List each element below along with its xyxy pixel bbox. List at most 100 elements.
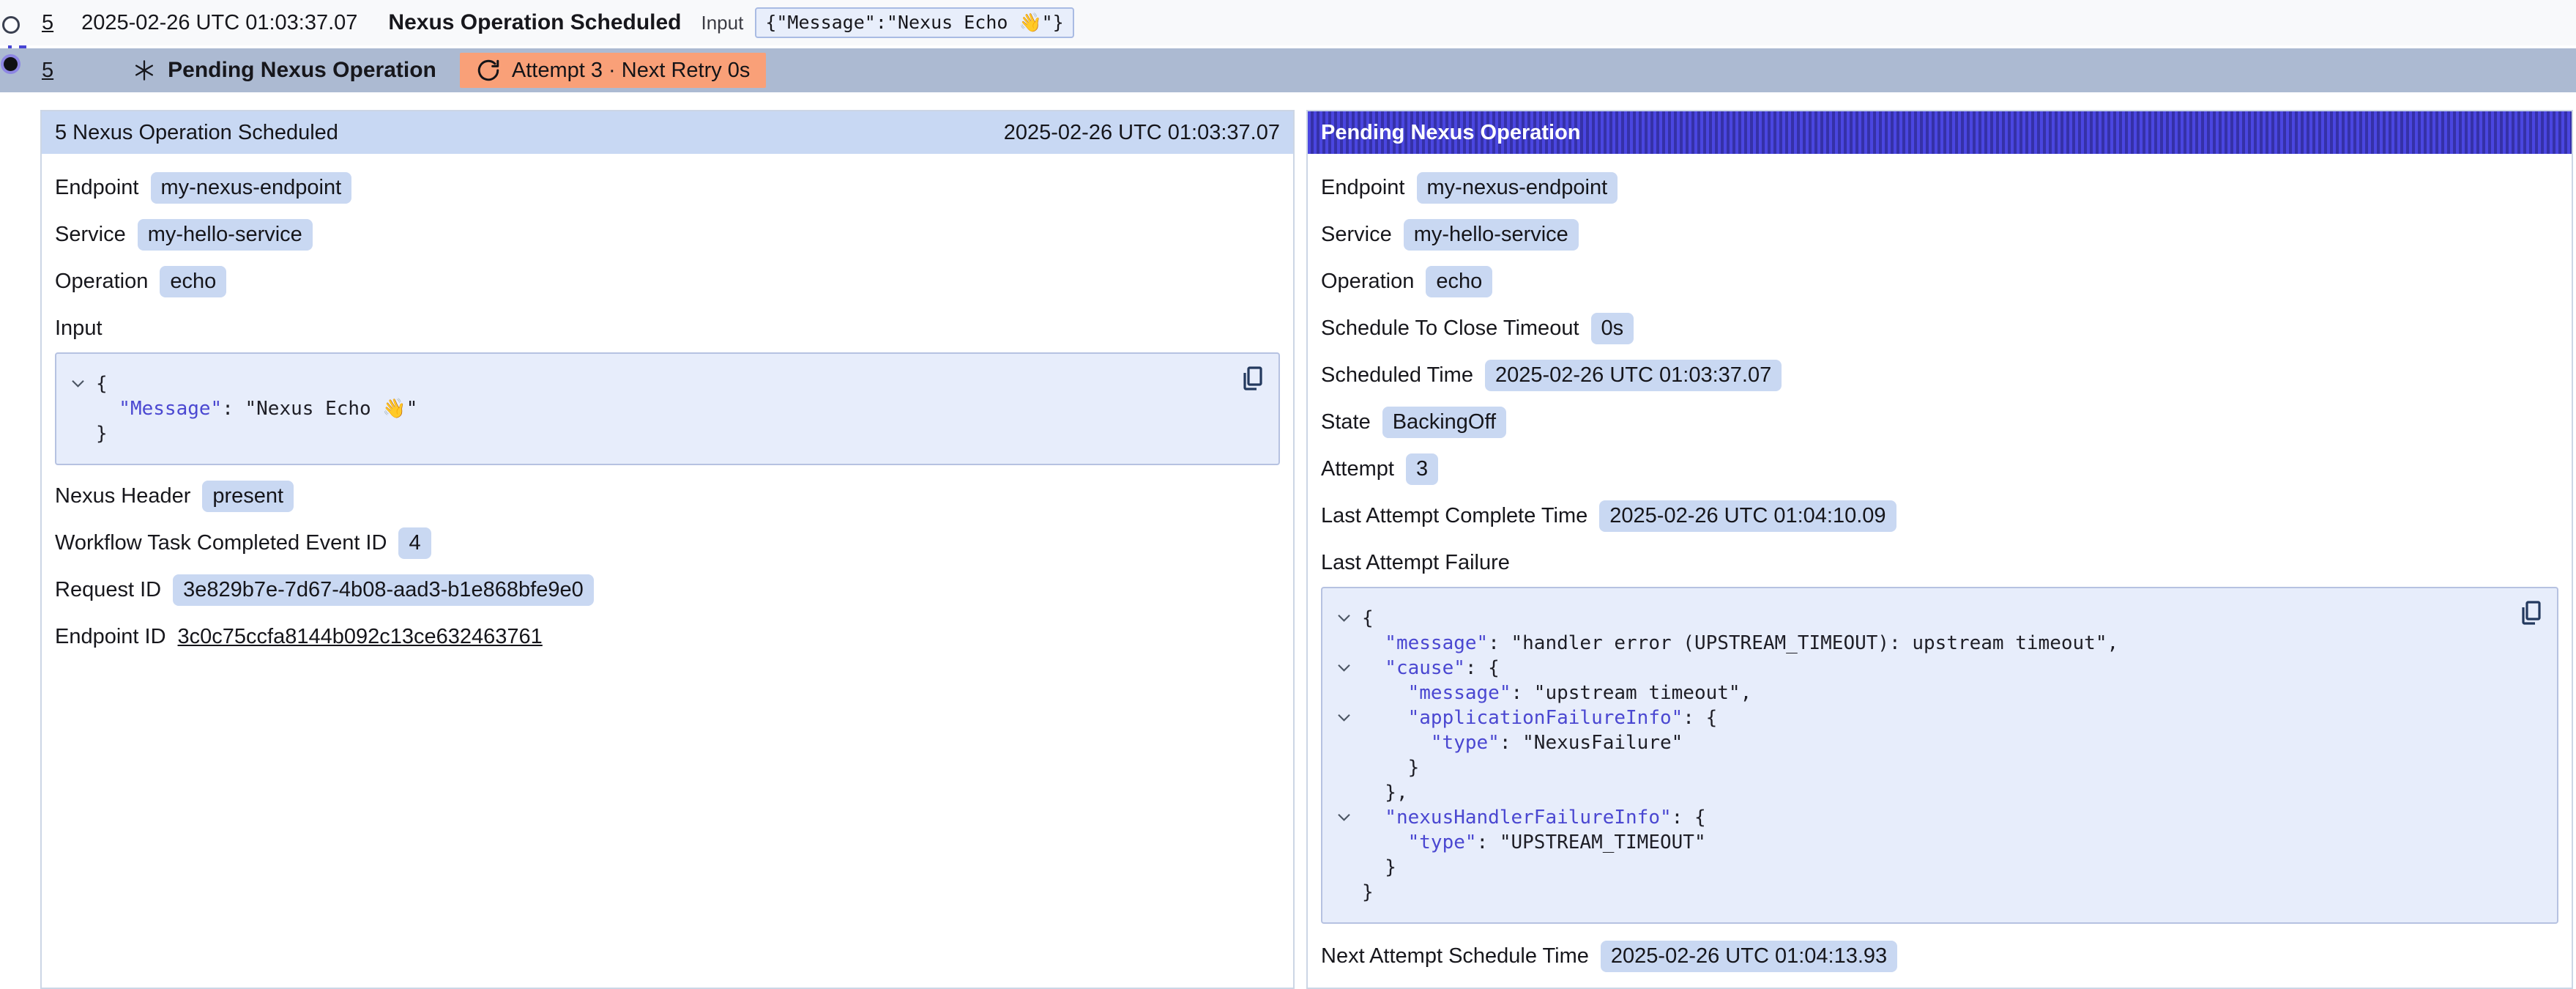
code-gutter — [1334, 681, 1362, 705]
event-panel-header: 5 Nexus Operation Scheduled 2025-02-26 U… — [42, 111, 1293, 154]
collapse-gutter[interactable] — [1334, 606, 1362, 631]
field-row: State BackingOff — [1321, 406, 2558, 438]
event-fields-top: Endpoint my-nexus-endpoint Service my-he… — [55, 171, 1280, 297]
pending-panel-header: Pending Nexus Operation — [1308, 111, 2572, 154]
asterisk-icon — [133, 59, 156, 82]
field-row: Endpoint my-nexus-endpoint — [55, 171, 1280, 204]
code-line: "message": "handler error (UPSTREAM_TIME… — [1334, 631, 2506, 656]
field-row: Operation echo — [55, 265, 1280, 297]
pending-panel-title: Pending Nexus Operation — [1321, 121, 1581, 145]
collapse-chevron-icon[interactable] — [1337, 614, 1351, 623]
retry-icon — [476, 58, 501, 83]
code-gutter — [1334, 780, 1362, 805]
field-label: Workflow Task Completed Event ID — [55, 531, 387, 555]
field-value-badge: 2025-02-26 UTC 01:03:37.07 — [1485, 360, 1782, 391]
pending-id-link[interactable]: 5 — [42, 59, 53, 83]
code-line: "message": "upstream timeout", — [1334, 681, 2506, 705]
collapse-chevron-icon[interactable] — [1337, 664, 1351, 673]
code-gutter — [1334, 830, 1362, 855]
collapse-gutter[interactable] — [68, 371, 96, 396]
field-label: Next Attempt Schedule Time — [1321, 944, 1589, 968]
code-line: "cause": { — [1334, 656, 2506, 681]
field-row: Attempt 3 — [1321, 453, 2558, 485]
field-row: Last Attempt Complete Time 2025-02-26 UT… — [1321, 500, 2558, 532]
copy-button[interactable] — [2517, 599, 2544, 630]
code-gutter — [1334, 855, 1362, 880]
field-value-badge: echo — [1426, 266, 1492, 297]
code-line: } — [1334, 855, 2506, 880]
input-inline-label: Input — [701, 12, 744, 34]
event-open-circle-icon — [2, 16, 20, 34]
code-line: } — [68, 421, 1227, 446]
copy-button[interactable] — [1239, 364, 1265, 396]
code-line: } — [1334, 755, 2506, 780]
field-row: Schedule To Close Timeout 0s — [1321, 312, 2558, 344]
field-value-badge: BackingOff — [1382, 407, 1506, 438]
field-value-badge: my-hello-service — [1404, 219, 1579, 251]
code-line: { — [68, 371, 1227, 396]
event-current-dot-icon — [4, 57, 18, 71]
field-value-badge: echo — [160, 266, 226, 297]
pending-fields: Endpoint my-nexus-endpoint Service my-he… — [1321, 171, 2558, 532]
field-label: Scheduled Time — [1321, 363, 1473, 388]
field-label: Endpoint — [55, 176, 139, 200]
collapse-gutter[interactable] — [1334, 805, 1362, 830]
field-label: State — [1321, 410, 1371, 434]
field-value-badge: 2025-02-26 UTC 01:04:13.93 — [1601, 941, 1897, 972]
code-gutter — [68, 396, 96, 421]
collapse-chevron-icon[interactable] — [1337, 714, 1351, 722]
input-inline-chip[interactable]: {"Message":"Nexus Echo 👋"} — [755, 7, 1073, 38]
field-label: Request ID — [55, 578, 161, 602]
input-section-label: Input — [55, 316, 1280, 341]
code-line: } — [1334, 880, 2506, 905]
event-title: Nexus Operation Scheduled — [388, 10, 681, 35]
next-attempt-field: Next Attempt Schedule Time 2025-02-26 UT… — [1321, 940, 2558, 972]
field-label: Endpoint ID — [55, 625, 166, 649]
field-label: Service — [1321, 223, 1392, 247]
code-gutter — [1334, 880, 1362, 905]
endpoint-id-link[interactable]: 3c0c75ccfa8144b092c13ce632463761 — [178, 625, 543, 649]
code-line: "Message": "Nexus Echo 👋" — [68, 396, 1227, 421]
field-label: Schedule To Close Timeout — [1321, 316, 1579, 341]
collapse-gutter[interactable] — [1334, 656, 1362, 681]
field-row: Nexus Header present — [55, 480, 1280, 512]
code-line: { — [1334, 606, 2506, 631]
code-gutter — [1334, 730, 1362, 755]
field-value-badge: 0s — [1591, 313, 1634, 344]
field-value-badge: 3e829b7e-7d67-4b08-aad3-b1e868bfe9e0 — [173, 574, 594, 606]
field-row: Service my-hello-service — [1321, 218, 2558, 251]
code-line: }, — [1334, 780, 2506, 805]
field-value-badge: 2025-02-26 UTC 01:04:10.09 — [1599, 500, 1896, 532]
event-row-scheduled[interactable]: 5 2025-02-26 UTC 01:03:37.07 Nexus Opera… — [0, 0, 2576, 45]
pending-operation-panel: Pending Nexus Operation Endpoint my-nexu… — [1306, 110, 2573, 989]
code-line: "type": "UPSTREAM_TIMEOUT" — [1334, 830, 2506, 855]
collapse-chevron-icon[interactable] — [1337, 813, 1351, 822]
field-value-badge: my-nexus-endpoint — [1417, 172, 1618, 204]
field-row: Endpoint ID 3c0c75ccfa8144b092c13ce63246… — [55, 621, 1280, 653]
event-id-link[interactable]: 5 — [42, 11, 53, 35]
field-value-badge: present — [202, 481, 294, 512]
retry-badge-label: Attempt 3 · Next Retry 0s — [512, 59, 751, 83]
copy-icon — [1239, 364, 1265, 393]
pending-title: Pending Nexus Operation — [168, 58, 436, 83]
pending-operation-row[interactable]: 5 Pending Nexus Operation Attempt 3 · Ne… — [0, 48, 2576, 92]
code-gutter — [1334, 755, 1362, 780]
field-label: Service — [55, 223, 126, 247]
field-row: Workflow Task Completed Event ID 4 — [55, 527, 1280, 559]
field-label: Operation — [1321, 270, 1414, 294]
code-line: "type": "NexusFailure" — [1334, 730, 2506, 755]
code-gutter — [68, 421, 96, 446]
code-gutter — [1334, 631, 1362, 656]
event-timestamp: 2025-02-26 UTC 01:03:37.07 — [81, 11, 357, 35]
retry-status-badge: Attempt 3 · Next Retry 0s — [460, 53, 767, 88]
field-label: Nexus Header — [55, 484, 190, 508]
field-label: Attempt — [1321, 457, 1394, 481]
copy-icon — [2517, 599, 2544, 628]
field-value-badge: my-hello-service — [138, 219, 313, 251]
event-panel-timestamp: 2025-02-26 UTC 01:03:37.07 — [1004, 121, 1280, 145]
collapse-chevron-icon[interactable] — [71, 379, 85, 388]
event-panel-title: 5 Nexus Operation Scheduled — [55, 121, 338, 145]
field-value-badge: 3 — [1406, 453, 1438, 485]
field-label: Operation — [55, 270, 148, 294]
collapse-gutter[interactable] — [1334, 705, 1362, 730]
